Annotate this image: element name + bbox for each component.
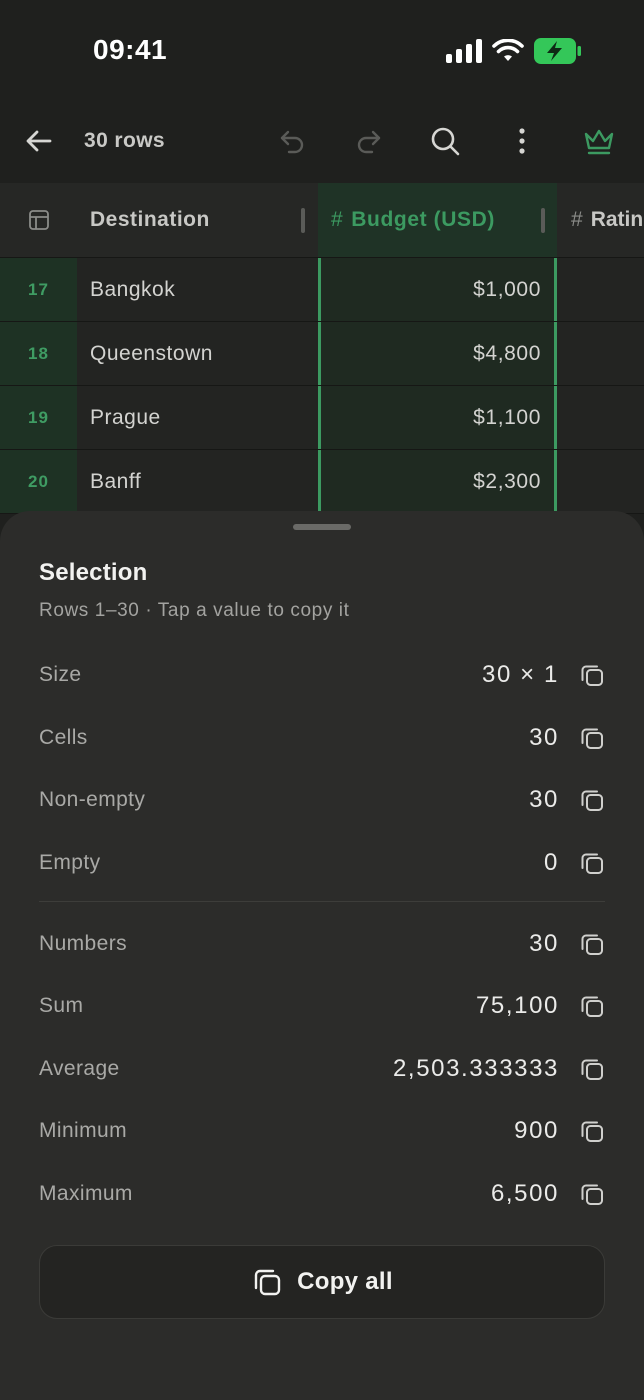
- stat-label: Non-empty: [39, 788, 146, 811]
- cell-destination[interactable]: Prague: [77, 386, 318, 449]
- column-header-rating[interactable]: # Ratin: [557, 183, 644, 257]
- stat-row-numbers[interactable]: Numbers 30: [39, 922, 605, 966]
- copy-icon[interactable]: [579, 662, 605, 688]
- sheet-title: Selection: [39, 559, 148, 586]
- sheet-subtitle: Rows 1–30 · Tap a value to copy it: [39, 600, 350, 621]
- stat-value[interactable]: 6,500: [491, 1180, 559, 1208]
- status-bar: 09:41: [0, 0, 644, 100]
- stat-value[interactable]: 30 × 1: [482, 661, 559, 689]
- row-index[interactable]: 18: [0, 322, 77, 385]
- cell-budget[interactable]: $1,100: [318, 386, 557, 449]
- cell-destination[interactable]: Bangkok: [77, 258, 318, 321]
- column-header-label: Destination: [90, 208, 210, 231]
- cell-budget[interactable]: $4,800: [318, 322, 557, 385]
- cell-rating[interactable]: [557, 386, 644, 449]
- row-index[interactable]: 20: [0, 450, 77, 513]
- selection-sheet: Selection Rows 1–30 · Tap a value to cop…: [0, 511, 644, 1400]
- stat-value[interactable]: 30: [529, 930, 559, 958]
- column-header-label: Ratin: [590, 208, 644, 231]
- stat-row-minimum[interactable]: Minimum 900: [39, 1109, 605, 1153]
- back-arrow-icon[interactable]: [22, 124, 56, 158]
- section-divider: [39, 901, 605, 902]
- table-row[interactable]: 17 Bangkok $1,000: [0, 258, 644, 322]
- column-header-label: Budget (USD): [351, 208, 495, 231]
- copy-icon[interactable]: [579, 725, 605, 751]
- stat-label: Numbers: [39, 932, 127, 955]
- cell-budget[interactable]: $1,000: [318, 258, 557, 321]
- stat-row-non-empty[interactable]: Non-empty 30: [39, 778, 605, 822]
- table-row[interactable]: 19 Prague $1,100: [0, 386, 644, 450]
- stat-row-sum[interactable]: Sum 75,100: [39, 984, 605, 1028]
- stat-value[interactable]: 30: [529, 724, 559, 752]
- copy-icon[interactable]: [579, 1056, 605, 1082]
- stat-value[interactable]: 900: [514, 1117, 559, 1145]
- cell-budget[interactable]: $2,300: [318, 450, 557, 513]
- stat-row-size[interactable]: Size 30 × 1: [39, 653, 605, 697]
- spreadsheet-grid: Destination # Budget (USD) # Ratin 17 Ba…: [0, 183, 644, 523]
- stat-label: Cells: [39, 726, 88, 749]
- stat-label: Size: [39, 663, 82, 686]
- stat-label: Maximum: [39, 1182, 133, 1205]
- stat-row-cells[interactable]: Cells 30: [39, 716, 605, 760]
- row-index[interactable]: 17: [0, 258, 77, 321]
- cell-rating[interactable]: [557, 450, 644, 513]
- number-type-icon: #: [331, 208, 344, 231]
- copy-icon[interactable]: [579, 1118, 605, 1144]
- stat-row-empty[interactable]: Empty 0: [39, 841, 605, 885]
- table-icon: [28, 210, 49, 230]
- status-icons: [446, 38, 582, 64]
- copy-all-button[interactable]: Copy all: [39, 1245, 605, 1319]
- row-index-header[interactable]: [0, 183, 77, 257]
- column-resize-handle[interactable]: [541, 208, 545, 233]
- column-header-destination[interactable]: Destination: [77, 183, 318, 257]
- stat-label: Average: [39, 1057, 120, 1080]
- stat-value[interactable]: 30: [529, 786, 559, 814]
- number-type-icon: #: [571, 208, 583, 231]
- stat-value[interactable]: 2,503.333333: [393, 1055, 559, 1083]
- stat-label: Sum: [39, 994, 84, 1017]
- copy-icon[interactable]: [579, 993, 605, 1019]
- copy-icon[interactable]: [579, 787, 605, 813]
- copy-icon: [254, 1269, 281, 1296]
- row-count-title: 30 rows: [84, 129, 166, 152]
- cell-rating[interactable]: [557, 258, 644, 321]
- wifi-icon: [492, 39, 524, 61]
- redo-icon[interactable]: [352, 124, 386, 158]
- copy-all-label: Copy all: [297, 1268, 393, 1295]
- column-header-row: Destination # Budget (USD) # Ratin: [0, 183, 644, 258]
- status-time: 09:41: [93, 34, 168, 65]
- cell-destination[interactable]: Banff: [77, 450, 318, 513]
- copy-icon[interactable]: [579, 931, 605, 957]
- stat-row-maximum[interactable]: Maximum 6,500: [39, 1172, 605, 1216]
- search-icon[interactable]: [428, 124, 462, 158]
- stat-value[interactable]: 75,100: [476, 992, 559, 1020]
- crown-icon[interactable]: [582, 124, 616, 158]
- toolbar: 30 rows: [0, 108, 644, 176]
- stat-row-average[interactable]: Average 2,503.333333: [39, 1047, 605, 1091]
- column-resize-handle[interactable]: [301, 208, 305, 233]
- row-index[interactable]: 19: [0, 386, 77, 449]
- undo-icon[interactable]: [275, 124, 309, 158]
- table-row[interactable]: 18 Queenstown $4,800: [0, 322, 644, 386]
- column-header-budget[interactable]: # Budget (USD): [318, 183, 557, 257]
- signal-icon: [446, 39, 482, 63]
- more-vertical-icon[interactable]: [505, 124, 539, 158]
- cell-destination[interactable]: Queenstown: [77, 322, 318, 385]
- stat-value[interactable]: 0: [544, 849, 559, 877]
- cell-rating[interactable]: [557, 322, 644, 385]
- copy-icon[interactable]: [579, 850, 605, 876]
- stat-label: Minimum: [39, 1119, 127, 1142]
- copy-icon[interactable]: [579, 1181, 605, 1207]
- sheet-drag-handle[interactable]: [293, 524, 351, 530]
- stat-label: Empty: [39, 851, 101, 874]
- battery-charging-icon: [534, 38, 581, 64]
- table-row[interactable]: 20 Banff $2,300: [0, 450, 644, 514]
